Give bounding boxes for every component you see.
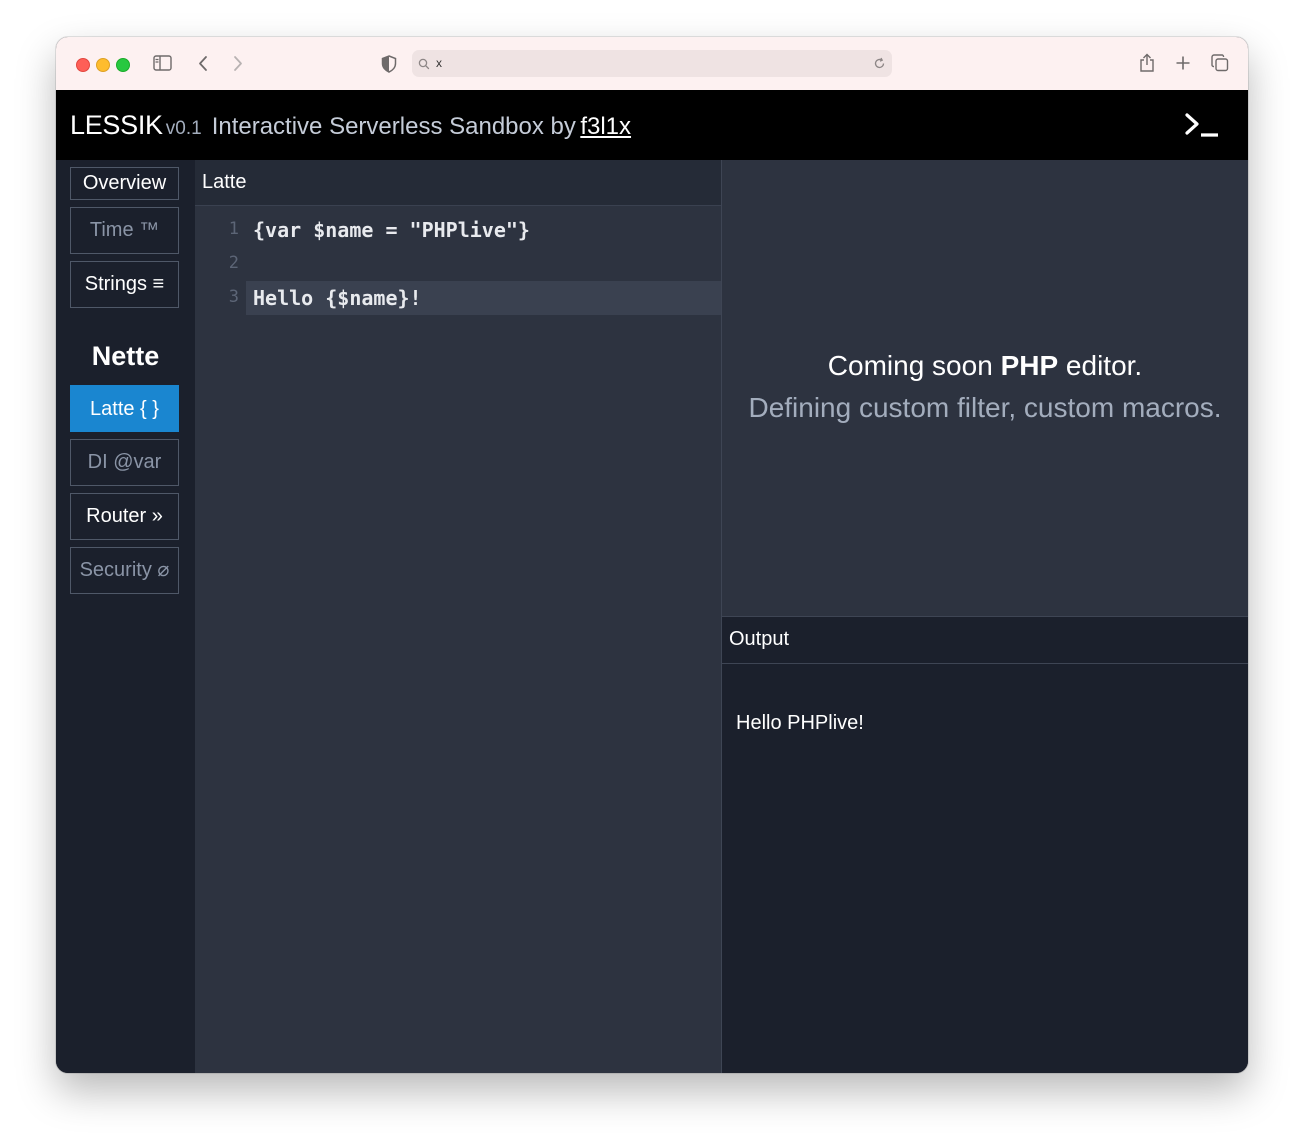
nav-overview[interactable]: Overview xyxy=(70,167,179,200)
minimize-window-button[interactable] xyxy=(96,58,110,72)
editor-title: Latte xyxy=(202,171,247,193)
browser-window: x LESSIK v0.1 Interactive Serverless Sandb… xyxy=(56,37,1248,1073)
nav-router[interactable]: Router » xyxy=(70,493,179,540)
app-tagline: Interactive Serverless Sandbox by xyxy=(211,113,576,140)
author-link[interactable]: f3l1x xyxy=(580,113,631,140)
nav-strings[interactable]: Strings ≡ xyxy=(70,261,179,308)
line-number: 3 xyxy=(228,287,239,307)
line-number: 1 xyxy=(228,219,239,239)
search-icon xyxy=(418,57,430,75)
php-editor-panel: Coming soon PHP editor. Defining custom … xyxy=(722,160,1248,616)
code-line-active[interactable]: 3 Hello {$name}! xyxy=(195,281,721,315)
editor-header: Latte xyxy=(195,160,721,206)
code-text: {var $name = "PHPlive"} xyxy=(253,218,530,242)
new-tab-icon[interactable] xyxy=(1175,55,1191,71)
output-header: Output xyxy=(722,617,1248,664)
url-text: x xyxy=(436,56,442,70)
app-header: LESSIK v0.1 Interactive Serverless Sandbox… xyxy=(56,90,1248,160)
output-text: Hello PHPlive! xyxy=(736,712,864,734)
nav-security[interactable]: Security ⌀ xyxy=(70,547,179,594)
coming-soon-text: Coming soon PHP editor. xyxy=(722,350,1248,382)
forward-icon[interactable] xyxy=(232,55,244,72)
coming-soon-php: PHP xyxy=(1000,350,1059,381)
sidebar-icon[interactable] xyxy=(153,55,172,71)
app-version: v0.1 xyxy=(165,118,202,139)
nav-latte[interactable]: Latte { } xyxy=(70,385,179,432)
latte-editor[interactable]: Latte 1 {var $name = "PHPlive"} 2 3 Hell… xyxy=(195,160,722,1073)
code-text: Hello {$name}! xyxy=(253,286,422,310)
nav-di[interactable]: DI @var xyxy=(70,439,179,486)
address-bar[interactable]: x xyxy=(412,50,892,77)
coming-soon-prefix: Coming soon xyxy=(827,350,993,381)
section-heading-nette: Nette xyxy=(91,341,160,371)
app-name: LESSIK xyxy=(70,110,163,140)
close-window-button[interactable] xyxy=(76,58,90,72)
reload-icon[interactable] xyxy=(873,57,886,75)
browser-toolbar: x xyxy=(56,37,1248,91)
back-icon[interactable] xyxy=(197,55,209,72)
output-title: Output xyxy=(729,628,790,650)
output-panel: Output Hello PHPlive! xyxy=(722,616,1248,1073)
code-line[interactable]: 1 {var $name = "PHPlive"} xyxy=(195,213,721,247)
terminal-icon[interactable] xyxy=(1184,112,1220,143)
coming-soon-suffix: editor. xyxy=(1065,350,1143,381)
line-number: 2 xyxy=(228,253,239,273)
code-line[interactable]: 2 xyxy=(195,247,721,281)
shield-icon[interactable] xyxy=(381,55,397,73)
brand: LESSIK v0.1 Interactive Serverless Sandbox… xyxy=(70,110,631,141)
tabs-overview-icon[interactable] xyxy=(1211,54,1229,72)
nav-time[interactable]: Time ™ xyxy=(70,207,179,254)
zoom-window-button[interactable] xyxy=(116,58,130,72)
coming-soon-description: Defining custom filter, custom macros. xyxy=(748,392,1222,423)
sidebar: Overview Time ™ Strings ≡ Nette Latte { … xyxy=(56,160,195,1073)
share-icon[interactable] xyxy=(1139,53,1155,73)
